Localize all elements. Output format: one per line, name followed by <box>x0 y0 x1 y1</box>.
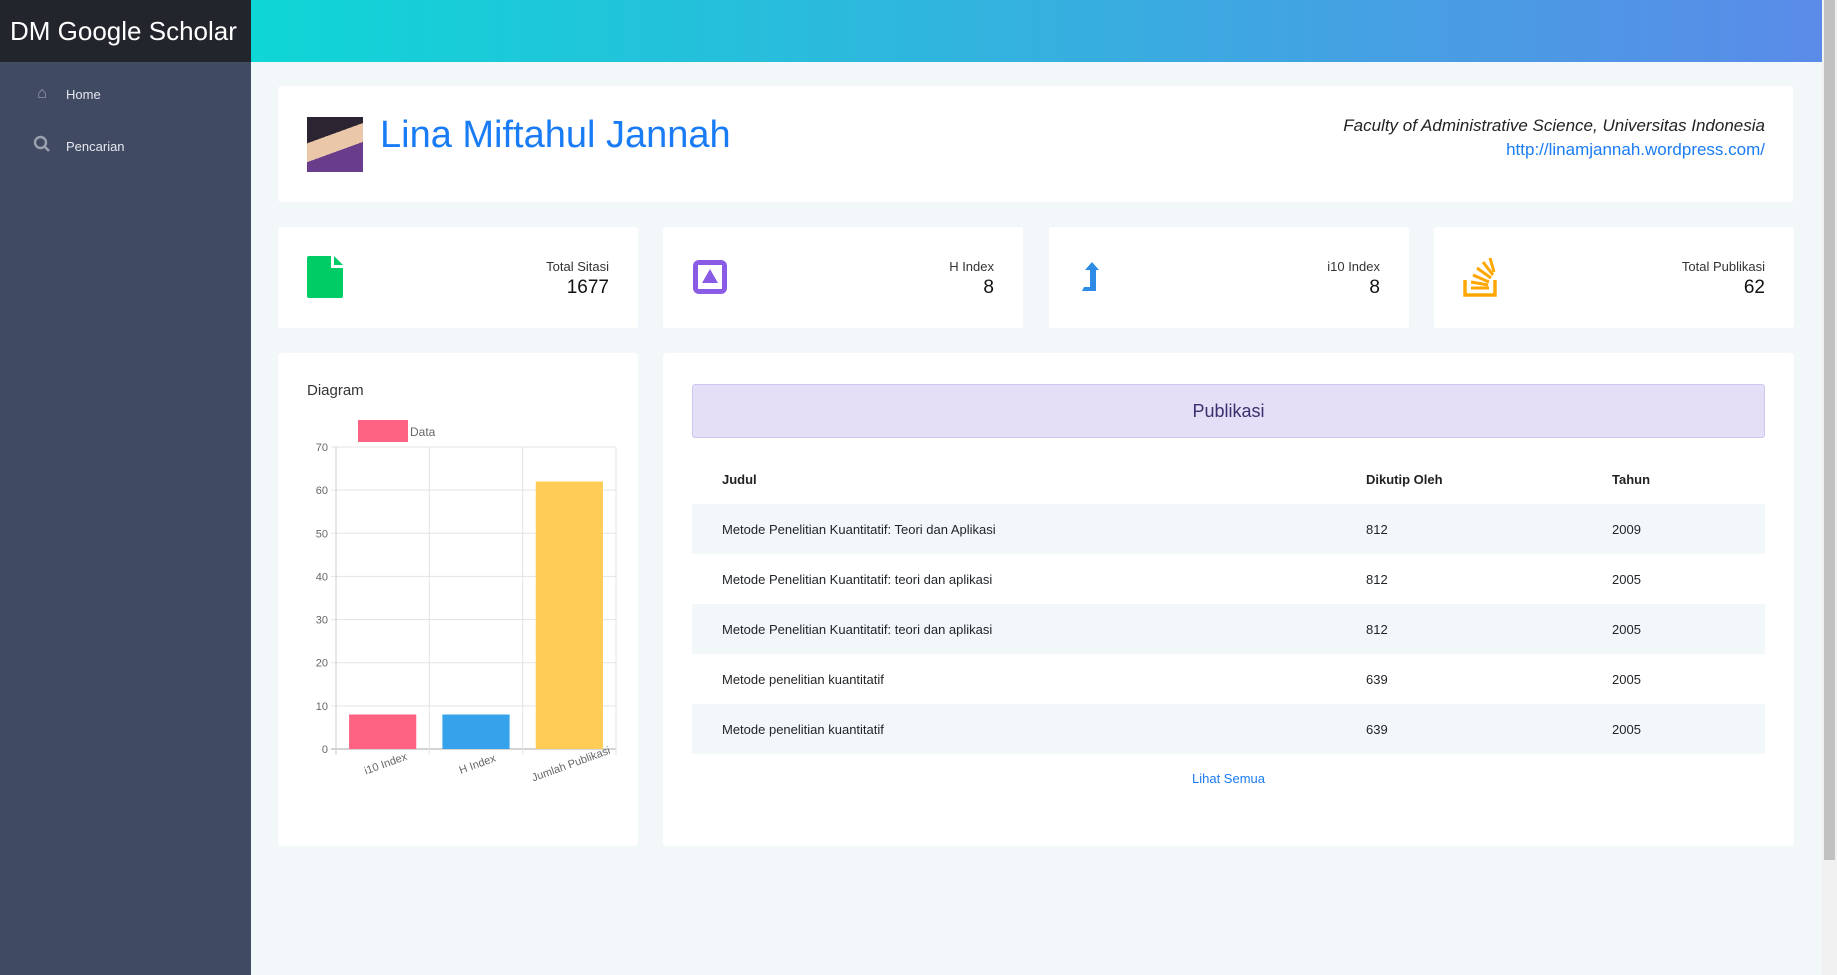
table-row[interactable]: Metode Penelitian Kuantitatif: teori dan… <box>692 554 1765 604</box>
profile-name: Lina Miftahul Jannah <box>380 114 731 156</box>
cell-judul: Metode Penelitian Kuantitatif: teori dan… <box>722 571 993 587</box>
sidebar: DM Google Scholar ⌂ Home Pencarian <box>0 0 251 975</box>
sidebar-item-label: Pencarian <box>66 138 125 154</box>
home-icon: ⌂ <box>37 85 47 102</box>
bar[interactable] <box>349 714 417 749</box>
profile-card: Lina Miftahul Jannah Faculty of Administ… <box>278 86 1793 202</box>
table-row[interactable]: Metode penelitian kuantitatif 639 2005 <box>692 704 1765 754</box>
y-tick-label: 20 <box>316 658 328 670</box>
sidebar-item-home[interactable]: ⌂ Home <box>0 68 251 120</box>
stat-i10-index: i10 Index 8 <box>1049 227 1409 328</box>
table-row[interactable]: Metode Penelitian Kuantitatif: Teori dan… <box>692 504 1765 554</box>
column-header-tahun: Tahun <box>1612 471 1651 487</box>
affiliation: Faculty of Administrative Science, Unive… <box>1343 116 1765 135</box>
diagram-card: Diagram 0 10 20 30 40 50 60 70 i10 Index H Index J… <box>278 353 638 846</box>
y-tick-label: 40 <box>316 571 328 583</box>
search-icon <box>30 135 54 158</box>
sidebar-item-label: Home <box>66 86 101 102</box>
cell-judul: Metode penelitian kuantitatif <box>722 671 884 687</box>
y-tick-label: 70 <box>316 442 328 454</box>
legend-swatch[interactable] <box>358 420 408 442</box>
cell-dikutip: 812 <box>1366 621 1388 637</box>
cell-dikutip: 812 <box>1366 521 1388 537</box>
file-icon <box>307 256 343 298</box>
sidebar-item-pencarian[interactable]: Pencarian <box>0 120 251 172</box>
stat-value: 1677 <box>566 277 609 298</box>
cell-tahun: 2009 <box>1612 521 1641 537</box>
stat-total-sitasi: Total Sitasi 1677 <box>278 227 638 328</box>
y-tick-label: 60 <box>316 485 328 497</box>
cell-dikutip: 812 <box>1366 571 1388 587</box>
y-tick-label: 30 <box>316 615 328 627</box>
legend-label: Data <box>410 425 436 439</box>
column-header-judul: Judul <box>722 471 757 487</box>
cell-tahun: 2005 <box>1612 671 1641 687</box>
stat-label: Total Publikasi <box>1681 259 1765 274</box>
cell-judul: Metode penelitian kuantitatif <box>722 721 884 737</box>
y-tick-label: 50 <box>316 528 328 540</box>
cell-dikutip: 639 <box>1366 721 1388 737</box>
table-header: Judul Dikutip Oleh Tahun <box>692 454 1765 504</box>
bar-chart: 0 10 20 30 40 50 60 70 i10 Index H Index Jumlah Pu… <box>316 420 617 785</box>
stat-h-index: H Index 8 <box>663 227 1023 328</box>
bar[interactable] <box>535 481 603 749</box>
stat-value: 8 <box>1369 277 1380 298</box>
stat-value: 8 <box>983 277 994 298</box>
cell-judul: Metode Penelitian Kuantitatif: Teori dan… <box>722 521 996 537</box>
table-row[interactable]: Metode penelitian kuantitatif 639 2005 <box>692 654 1765 704</box>
scrollbar[interactable] <box>1822 0 1837 975</box>
app-title[interactable]: DM Google Scholar <box>0 0 251 62</box>
stat-value: 62 <box>1743 277 1765 298</box>
column-header-dikutip: Dikutip Oleh <box>1366 471 1443 487</box>
level-up-icon <box>1082 262 1099 291</box>
publikasi-title: Publikasi <box>692 384 1765 438</box>
x-tick-label: i10 Index <box>363 751 410 778</box>
cell-tahun: 2005 <box>1612 721 1641 737</box>
x-tick-label: Jumlah Publikasi <box>530 745 612 785</box>
scrollbar-thumb[interactable] <box>1824 0 1835 860</box>
y-tick-label: 0 <box>322 744 328 756</box>
publikasi-card: Publikasi Judul Dikutip Oleh Tahun Metod… <box>663 353 1794 846</box>
x-tick-label: H Index <box>458 752 498 776</box>
cell-tahun: 2005 <box>1612 621 1641 637</box>
table-row[interactable]: Metode Penelitian Kuantitatif: teori dan… <box>692 604 1765 654</box>
stat-label: i10 Index <box>1327 259 1380 274</box>
y-tick-label: 10 <box>316 701 328 713</box>
lihat-semua-link[interactable]: Lihat Semua <box>663 771 1794 786</box>
stat-label: H Index <box>949 259 994 274</box>
cell-judul: Metode Penelitian Kuantitatif: teori dan… <box>722 621 993 637</box>
caret-square-up-icon <box>693 260 727 294</box>
cell-dikutip: 639 <box>1366 671 1388 687</box>
homepage-link[interactable]: http://linamjannah.wordpress.com/ <box>1506 140 1765 160</box>
bar[interactable] <box>442 714 510 749</box>
stat-total-publikasi: Total Publikasi 62 <box>1434 227 1794 328</box>
stat-label: Total Sitasi <box>546 259 609 274</box>
top-bar <box>251 0 1822 62</box>
avatar <box>307 117 363 172</box>
stack-overflow-icon <box>1463 257 1497 297</box>
cell-tahun: 2005 <box>1612 571 1641 587</box>
